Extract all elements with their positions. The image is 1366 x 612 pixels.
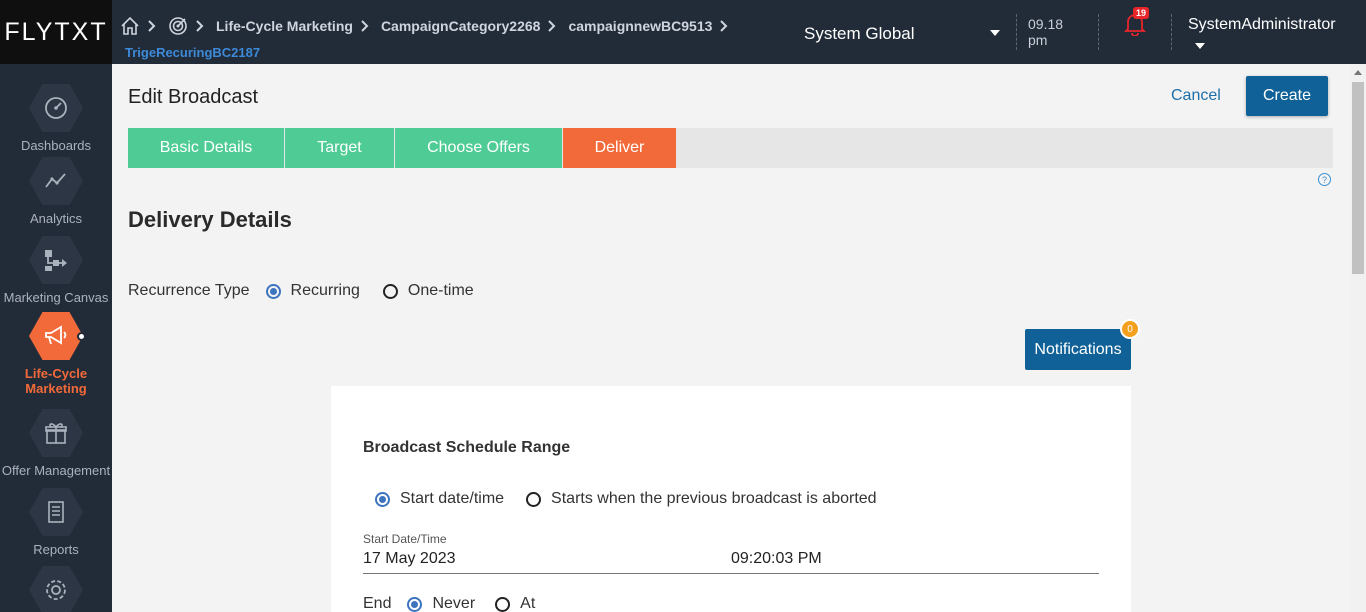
section-title: Delivery Details [128, 207, 292, 232]
divider [1171, 14, 1172, 50]
start-date-field[interactable]: 17 May 2023 [363, 550, 456, 568]
breadcrumb: Life-Cycle Marketing CampaignCategory226… [120, 14, 740, 38]
caret-down-icon[interactable] [1195, 43, 1205, 49]
wizard-steps: Basic Details Target Choose Offers Deliv… [128, 128, 1333, 168]
sidebar-item-settings[interactable] [0, 566, 112, 612]
create-button[interactable]: Create [1246, 76, 1328, 116]
chevron-right-icon [196, 20, 204, 32]
start-time-field[interactable]: 09:20:03 PM [731, 550, 822, 568]
scrollbar[interactable] [1350, 64, 1366, 612]
radio-start-datetime[interactable]: Start date/time [375, 490, 504, 508]
top-bar: FLYTXT Life-Cycle Marketing CampaignCate… [0, 0, 1366, 64]
sidebar-item-dashboards[interactable]: Dashboards [0, 84, 112, 153]
line-graph-icon [29, 157, 83, 205]
notification-count-badge: 19 [1133, 7, 1150, 19]
sidebar-item-label: Marketing Canvas [3, 290, 109, 305]
notifications-count-badge: 0 [1120, 319, 1140, 339]
sidebar-item-marketing-canvas[interactable]: Marketing Canvas [0, 236, 112, 305]
sidebar-item-offer-management[interactable]: Offer Management [0, 409, 112, 478]
chevron-right-icon [361, 20, 369, 32]
breadcrumb-item[interactable]: campaignnewBC9513 [568, 18, 712, 34]
main-content: Edit Broadcast Cancel Create Basic Detai… [112, 64, 1350, 612]
sidebar-item-label: Dashboards [20, 138, 92, 153]
radio-end-at[interactable]: At [495, 595, 535, 612]
radio-checked-icon[interactable] [375, 491, 390, 507]
radio-one-time[interactable]: One-time [382, 282, 474, 300]
radio-label: At [520, 595, 536, 612]
scroll-up-arrow-icon[interactable] [1354, 70, 1362, 75]
radio-checked-icon[interactable] [265, 283, 281, 299]
radio-start-after-abort[interactable]: Starts when the previous broadcast is ab… [526, 490, 877, 508]
user-menu[interactable]: SystemAdministrator [1188, 16, 1336, 34]
chevron-right-icon [720, 20, 728, 32]
radio-recurring[interactable]: Recurring [265, 282, 360, 300]
step-choose-offers[interactable]: Choose Offers [395, 128, 563, 168]
radio-label: Never [432, 595, 476, 612]
step-deliver[interactable]: Deliver [563, 128, 677, 168]
clock-period: pm [1028, 32, 1048, 48]
start-datetime-label: Start Date/Time [363, 532, 447, 546]
radio-label: Recurring [290, 282, 360, 299]
radio-label: One-time [407, 282, 474, 299]
step-target[interactable]: Target [285, 128, 395, 168]
gauge-icon [29, 84, 83, 132]
settings-icon [29, 566, 83, 612]
target-icon[interactable] [168, 16, 188, 36]
page-title: Edit Broadcast [128, 86, 259, 108]
sidebar-item-label: Life-Cycle Marketing [24, 366, 88, 396]
radio-unchecked-icon[interactable] [382, 283, 398, 299]
schedule-card: Broadcast Schedule Range Start date/time… [331, 386, 1131, 612]
breadcrumb-item[interactable]: CampaignCategory2268 [381, 18, 541, 34]
sidebar-item-label: Reports [33, 542, 79, 557]
megaphone-icon [29, 312, 83, 360]
chevron-right-icon [548, 20, 556, 32]
radio-unchecked-icon[interactable] [495, 596, 511, 612]
help-icon[interactable]: ? [1318, 173, 1331, 186]
chevron-right-icon [148, 20, 156, 32]
breadcrumb-item[interactable]: Life-Cycle Marketing [216, 18, 353, 34]
sidebar-item-label: Analytics [29, 211, 83, 226]
caret-down-icon[interactable] [990, 30, 1000, 36]
field-underline [363, 573, 1099, 574]
schedule-start-group: Start date/time Starts when the previous… [375, 490, 877, 508]
end-group: End Never At [363, 595, 535, 612]
brand-logo[interactable]: FLYTXT [0, 0, 112, 64]
clock-time: 09.18 [1028, 16, 1064, 32]
radio-label: Starts when the previous broadcast is ab… [551, 490, 877, 507]
gift-icon [29, 409, 83, 457]
sidebar-item-life-cycle-marketing[interactable]: Life-Cycle Marketing [0, 312, 112, 396]
sidebar-item-analytics[interactable]: Analytics [0, 157, 112, 226]
flow-icon [29, 236, 83, 284]
sidebar-item-reports[interactable]: Reports [0, 488, 112, 557]
report-icon [29, 488, 83, 536]
end-label: End [363, 595, 392, 612]
breadcrumb-current[interactable]: TrigeRecuringBC2187 [125, 45, 260, 60]
scrollbar-thumb[interactable] [1352, 82, 1364, 274]
recurrence-type-label: Recurrence Type [128, 282, 250, 299]
radio-unchecked-icon[interactable] [526, 491, 542, 507]
sidebar: Dashboards Analytics Marketing Canvas Li… [0, 64, 112, 612]
radio-label: Start date/time [400, 490, 505, 507]
card-title: Broadcast Schedule Range [363, 439, 571, 456]
clock: 09.18 pm [1028, 16, 1063, 48]
radio-end-never[interactable]: Never [407, 595, 475, 612]
recurrence-type-group: Recurrence Type Recurring One-time [128, 282, 474, 300]
org-selector[interactable]: System Global [804, 24, 915, 44]
active-indicator [77, 332, 86, 341]
home-icon[interactable] [120, 16, 140, 36]
notifications-button[interactable]: Notifications [1025, 329, 1131, 370]
divider [1098, 14, 1099, 50]
step-basic-details[interactable]: Basic Details [128, 128, 285, 168]
sidebar-item-label: Offer Management [1, 463, 111, 478]
divider [1016, 14, 1017, 50]
cancel-button[interactable]: Cancel [1171, 87, 1221, 105]
radio-checked-icon[interactable] [407, 596, 423, 612]
